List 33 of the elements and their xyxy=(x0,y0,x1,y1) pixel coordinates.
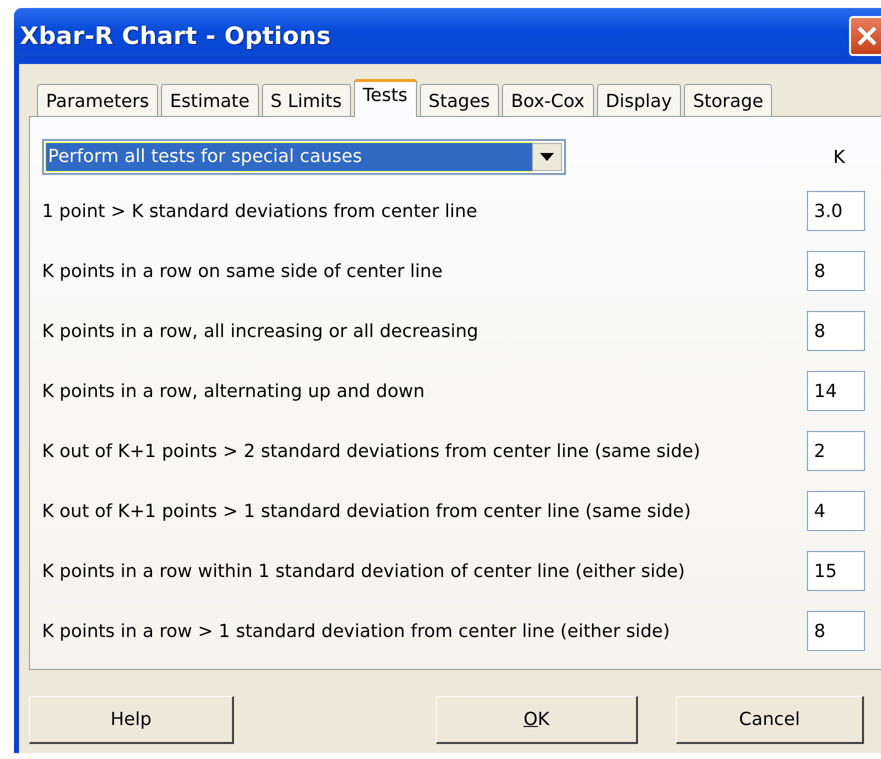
help-button[interactable]: Help xyxy=(29,696,234,744)
close-icon xyxy=(855,24,879,48)
window-title: Xbar-R Chart - Options xyxy=(20,21,331,52)
k-input[interactable]: 14 xyxy=(807,371,865,411)
close-button[interactable] xyxy=(849,16,881,56)
k-input[interactable]: 3.0 xyxy=(807,191,865,231)
tab[interactable]: Parameters xyxy=(37,84,158,116)
k-input[interactable]: 2 xyxy=(807,431,865,471)
k-input[interactable]: 8 xyxy=(807,311,865,351)
test-label: K out of K+1 points > 1 standard deviation from center line (same side) xyxy=(42,500,692,524)
k-input[interactable]: 4 xyxy=(807,491,865,531)
tab[interactable]: Estimate xyxy=(161,84,259,116)
tab[interactable]: Storage xyxy=(684,84,772,116)
cancel-button[interactable]: Cancel xyxy=(676,696,864,744)
test-label: 1 point > K standard deviations from center line xyxy=(42,200,478,224)
test-dropdown[interactable]: Perform all tests for special causes xyxy=(42,139,566,175)
ok-button[interactable]: OK xyxy=(436,696,638,744)
test-label: K points in a row, all increasing or all decreasing xyxy=(42,320,480,344)
k-input[interactable]: 8 xyxy=(807,611,865,651)
test-label: K points in a row, alternating up and down xyxy=(42,380,426,404)
tab[interactable]: S Limits xyxy=(262,84,351,116)
k-column-heading: K xyxy=(833,146,845,170)
test-label: K points in a row > 1 standard deviation from center line (either side) xyxy=(42,620,671,644)
tab[interactable]: Display xyxy=(596,84,681,116)
test-label: K points in a row on same side of center line xyxy=(42,260,444,284)
tab[interactable]: Box-Cox xyxy=(502,84,594,116)
tab[interactable]: Tests xyxy=(354,79,417,117)
test-label: K points in a row within 1 standard deviation of center line (either side) xyxy=(42,560,686,584)
k-input[interactable]: 15 xyxy=(807,551,865,591)
dropdown-arrow-icon xyxy=(540,153,554,161)
k-input[interactable]: 8 xyxy=(807,251,865,291)
test-label: K out of K+1 points > 2 standard deviations from center line (same side) xyxy=(42,440,702,464)
tab[interactable]: Stages xyxy=(420,84,499,116)
